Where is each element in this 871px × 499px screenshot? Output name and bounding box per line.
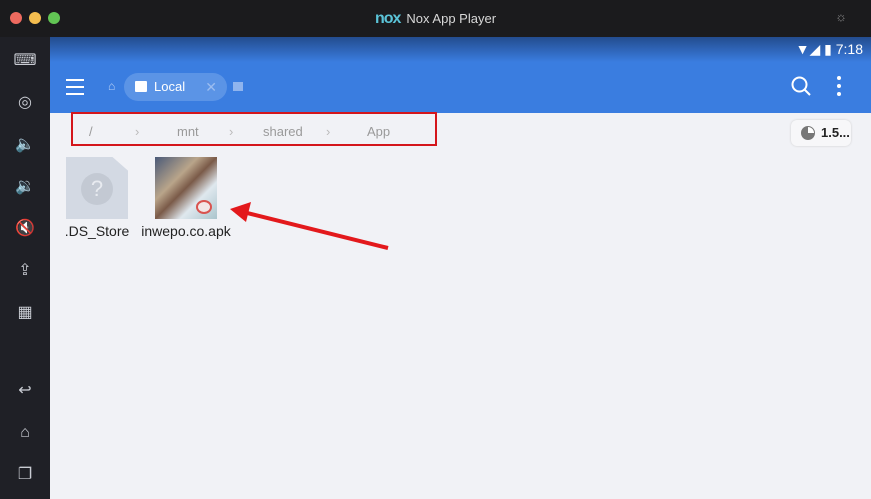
- apk-thumbnail-icon: [155, 157, 217, 219]
- recents-icon[interactable]: ❐: [13, 463, 37, 487]
- close-tab-icon[interactable]: ✕: [205, 73, 217, 101]
- home-icon[interactable]: ⌂: [108, 79, 115, 93]
- location-icon[interactable]: ◎: [13, 91, 37, 115]
- storage-usage-button[interactable]: 1.5...: [791, 120, 851, 146]
- breadcrumb-root[interactable]: /: [89, 124, 93, 139]
- nox-sidebar: ⌨ ◎ 🔈 🔉 🔇 ⇪ ▦ ↩ ⌂ ❐: [0, 37, 50, 499]
- storage-label: 1.5...: [821, 125, 850, 140]
- menu-icon[interactable]: [66, 79, 84, 95]
- clock: 7:18: [835, 41, 863, 57]
- red-arrow-annotation: [230, 202, 389, 250]
- screen-record-icon[interactable]: ▦: [13, 301, 37, 325]
- volume-up-icon[interactable]: 🔈: [13, 133, 37, 157]
- breadcrumb-mnt[interactable]: mnt: [177, 124, 199, 139]
- mute-icon[interactable]: 🔇: [13, 217, 37, 241]
- search-icon[interactable]: [791, 76, 811, 96]
- pie-chart-icon: [801, 126, 815, 140]
- tab-label: Local: [154, 79, 186, 94]
- unknown-file-icon: ?: [66, 157, 128, 219]
- keyboard-icon[interactable]: ⌨: [13, 49, 37, 73]
- breadcrumb-app[interactable]: App: [367, 124, 390, 139]
- chevron-right-icon: ›: [326, 124, 331, 139]
- android-screen: ▼◢ ▮ 7:18 ⌂ Local ✕ / › mnt › shared › Ap…: [50, 37, 871, 499]
- app-toolbar: ⌂ Local ✕: [50, 62, 871, 113]
- window-title-text: Nox App Player: [406, 11, 497, 26]
- settings-icon[interactable]: ☼: [835, 9, 847, 24]
- apk-install-icon[interactable]: ⇪: [13, 259, 37, 283]
- status-bar: ▼◢ ▮ 7:18: [50, 37, 871, 62]
- file-item[interactable]: inwepo.co.apk: [141, 157, 231, 240]
- chevron-right-icon: ›: [229, 124, 234, 139]
- tab-local[interactable]: Local ✕: [124, 73, 227, 101]
- storage-icon: [135, 81, 147, 92]
- file-name: .DS_Store: [64, 223, 130, 239]
- window-icon[interactable]: [233, 82, 243, 91]
- file-name: inwepo.co.apk: [141, 223, 231, 239]
- chevron-right-icon: ›: [135, 124, 140, 139]
- home-icon[interactable]: ⌂: [13, 421, 37, 445]
- window-title: nox Nox App Player: [0, 10, 871, 28]
- title-bar: nox Nox App Player ☼: [0, 0, 871, 37]
- volume-down-icon[interactable]: 🔉: [13, 175, 37, 199]
- back-icon[interactable]: ↩: [13, 379, 37, 403]
- wifi-icon: ▼◢ ▮: [795, 41, 832, 57]
- breadcrumb: / › mnt › shared › App: [71, 112, 437, 146]
- nox-logo: nox: [374, 10, 401, 27]
- more-options-icon[interactable]: [837, 76, 841, 100]
- file-item[interactable]: ? .DS_Store: [52, 157, 142, 240]
- breadcrumb-shared[interactable]: shared: [263, 124, 303, 139]
